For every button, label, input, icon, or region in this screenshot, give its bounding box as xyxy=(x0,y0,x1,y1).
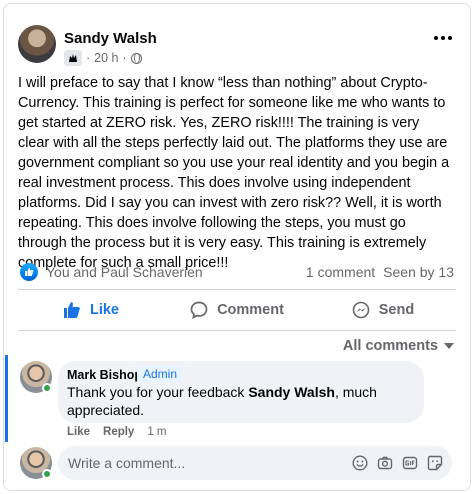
group-icon xyxy=(64,50,82,66)
divider xyxy=(18,330,456,331)
more-icon[interactable] xyxy=(434,36,452,40)
gif-icon[interactable] xyxy=(402,455,418,471)
comment-like-button[interactable]: Like xyxy=(67,426,90,438)
composer-tools xyxy=(352,455,443,471)
online-indicator xyxy=(42,383,52,393)
comment-highlight-bar xyxy=(5,355,8,442)
divider xyxy=(18,289,456,290)
send-button[interactable]: Send xyxy=(310,293,456,327)
comment-text: Thank you for your feedback Sandy Walsh,… xyxy=(67,383,415,419)
comment-button[interactable]: Comment xyxy=(164,293,310,327)
comment-actions: Like Reply 1 m xyxy=(67,426,167,438)
reactions-row: You and Paul Schaverien 1 comment Seen b… xyxy=(20,262,454,282)
globe-icon xyxy=(130,52,142,64)
camera-icon[interactable] xyxy=(377,455,393,471)
comment-text-before: Thank you for your feedback xyxy=(67,384,249,400)
post-text: I will preface to say that I know “less … xyxy=(18,75,450,271)
comment-time[interactable]: 1 m xyxy=(147,426,166,438)
like-button[interactable]: Like xyxy=(18,293,164,327)
commenter-name[interactable]: Mark Bishop xyxy=(67,368,142,382)
like-reaction-icon[interactable] xyxy=(20,263,38,281)
seen-by[interactable]: Seen by 13 xyxy=(383,264,454,280)
comment-input-placeholder: Write a comment... xyxy=(68,455,186,471)
reactors-text[interactable]: You and Paul Schaverien xyxy=(46,264,203,280)
comment-label: Comment xyxy=(217,302,284,318)
author-name[interactable]: Sandy Walsh xyxy=(64,30,157,47)
all-comments-label: All comments xyxy=(342,338,438,354)
comment-reply-button[interactable]: Reply xyxy=(103,426,134,438)
admin-badge: Admin xyxy=(137,366,184,382)
author-avatar[interactable] xyxy=(18,25,56,63)
post-time[interactable]: 20 h xyxy=(94,51,118,65)
comment-icon xyxy=(190,301,208,319)
sticker-icon[interactable] xyxy=(427,455,443,471)
messenger-icon xyxy=(352,301,370,319)
online-indicator xyxy=(42,469,52,479)
thumbs-up-icon xyxy=(63,302,80,318)
send-label: Send xyxy=(378,302,415,318)
meta-separator: · xyxy=(86,51,91,65)
meta-separator: · xyxy=(122,51,127,65)
post-meta: · 20 h · xyxy=(64,50,142,66)
comments-count[interactable]: 1 comment xyxy=(306,264,375,280)
comment-mention[interactable]: Sandy Walsh xyxy=(248,384,335,400)
caret-down-icon xyxy=(444,343,454,349)
emoji-icon[interactable] xyxy=(352,455,368,471)
post-actions: Like Comment Send xyxy=(18,293,456,327)
all-comments-dropdown[interactable]: All comments xyxy=(343,338,454,354)
like-label: Like xyxy=(89,302,119,318)
